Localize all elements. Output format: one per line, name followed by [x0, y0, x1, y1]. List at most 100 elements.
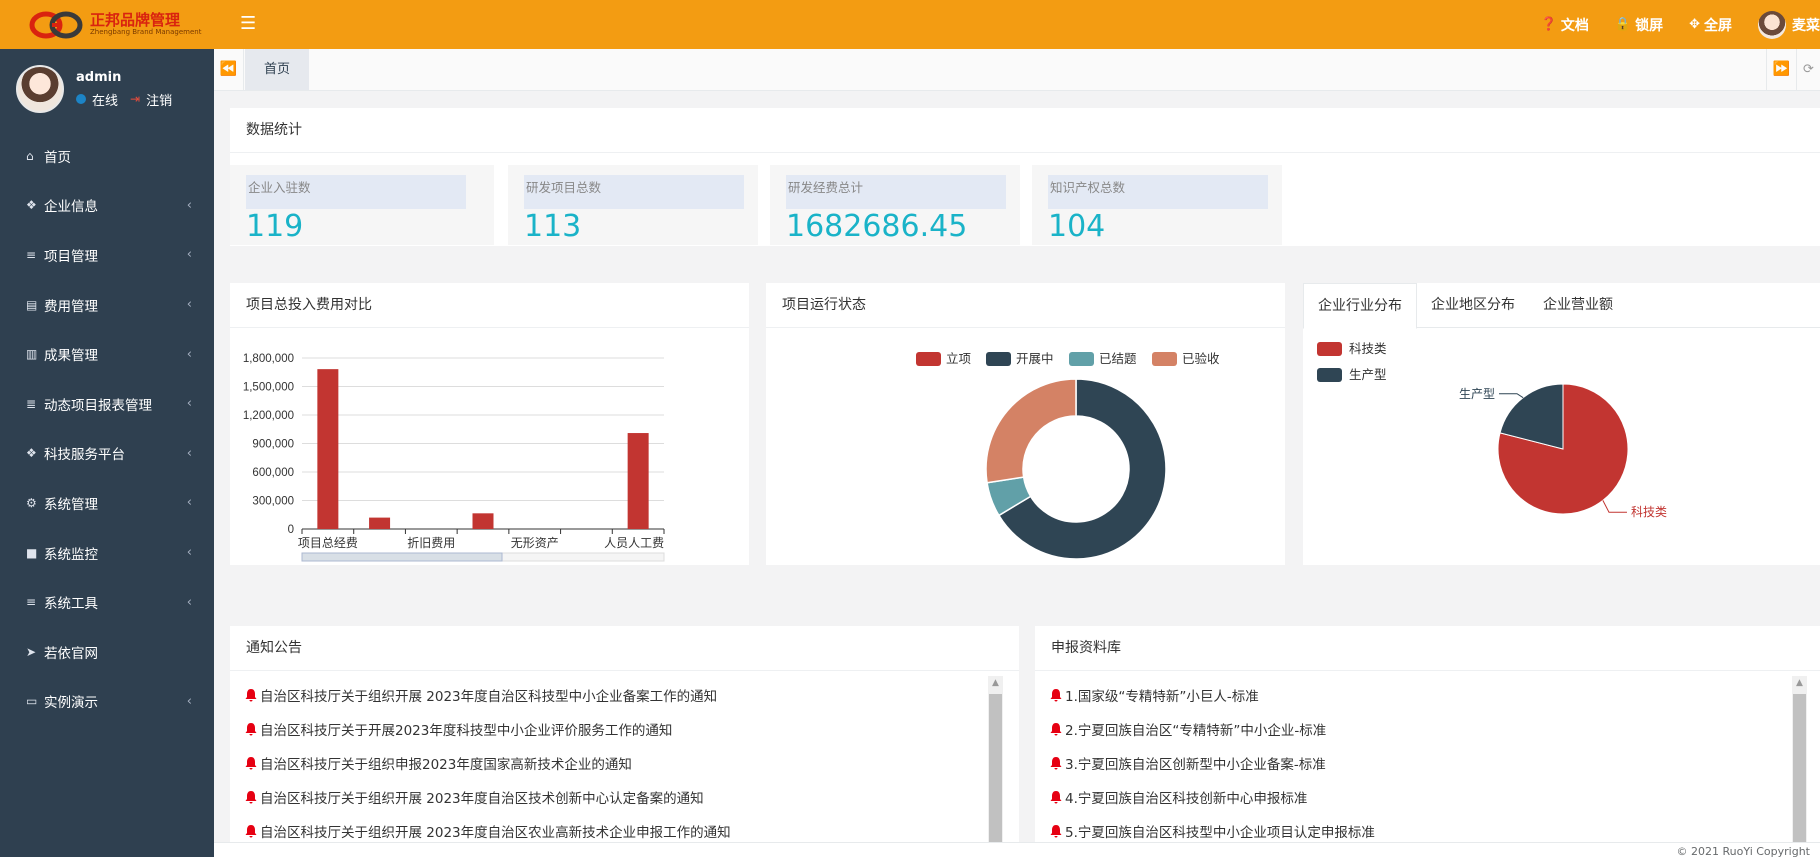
sidebar-item-label: 动态项目报表管理 [44, 397, 152, 414]
chevron-left-icon: ‹ [186, 346, 192, 362]
list-item[interactable]: 自治区科技厅关于组织开展 2023年度自治区农业高新技术企业申报工作的通知 [244, 814, 731, 842]
legend-label: 立项 [946, 351, 971, 366]
top-right-actions: ❓ 文档 🔒 锁屏 ✥ 全屏 麦菜 [1541, 0, 1820, 49]
y-tick-label: 300,000 [252, 496, 294, 508]
sidebar-item[interactable]: ▭ 实例演示 ‹ [0, 677, 214, 727]
list-item[interactable]: 1.国家级“专精特新”小巨人-标准 [1049, 678, 1375, 712]
desktop-icon: ▭ [26, 694, 38, 709]
lock-screen-button[interactable]: 🔒 锁屏 [1615, 15, 1663, 35]
list-item-text: 4.宁夏回族自治区科技创新中心申报标准 [1065, 791, 1308, 807]
library-panel: 申报资料库 1.国家级“专精特新”小巨人-标准 2.宁夏回族自治区“专精特新”中小… [1035, 626, 1820, 842]
scroll-thumb[interactable] [989, 694, 1002, 842]
sidebar-item[interactable]: ≡ 项目管理 ‹ [0, 230, 214, 280]
refresh-icon[interactable]: ⟳ [1796, 49, 1820, 90]
sidebar-item[interactable]: ➤ 若依官网 [0, 627, 214, 677]
sidebar-item-label: 首页 [44, 149, 71, 166]
bar [472, 513, 494, 529]
sidebar-item[interactable]: ❖ 企业信息 ‹ [0, 181, 214, 231]
legend-label: 科技类 [1349, 341, 1387, 356]
video-icon: ■ [26, 545, 38, 560]
sign-out-icon[interactable]: ⇥ [130, 92, 140, 106]
sidebar-item[interactable]: ▤ 费用管理 ‹ [0, 280, 214, 330]
list-item[interactable]: 5.宁夏回族自治区科技型中小企业项目认定申报标准 [1049, 814, 1375, 842]
list-item[interactable]: 2.宁夏回族自治区“专精特新”中小企业-标准 [1049, 712, 1375, 746]
x-tick-label: 项目总经费 [298, 536, 358, 550]
library-title: 申报资料库 [1035, 626, 1820, 671]
notice-list: 自治区科技厅关于组织开展 2023年度自治区科技型中小企业备案工作的通知 自治区科… [244, 678, 731, 842]
library-scrollbar[interactable]: ▲ [1792, 676, 1807, 842]
menu-toggle-icon[interactable]: ☰ [240, 13, 258, 35]
legend-swatch [986, 352, 1011, 366]
stat-value: 104 [1048, 209, 1106, 244]
bell-icon [1050, 825, 1062, 838]
list-item[interactable]: 自治区科技厅关于组织开展 2023年度自治区技术创新中心认定备案的通知 [244, 780, 731, 814]
pie-label: 生产型 [1459, 387, 1495, 401]
list-item[interactable]: 自治区科技厅关于组织申报2023年度国家高新技术企业的通知 [244, 746, 731, 780]
chevron-left-icon: ‹ [186, 247, 192, 263]
docs-label: 文档 [1560, 17, 1589, 34]
sidebar-item-label: 企业信息 [44, 199, 98, 216]
stat-label: 企业入驻数 [246, 175, 466, 209]
notice-title: 通知公告 [230, 626, 1019, 671]
scroll-thumb[interactable] [1793, 694, 1806, 842]
legend-swatch [1317, 342, 1342, 356]
sidebar-item[interactable]: ▥ 成果管理 ‹ [0, 329, 214, 379]
x-tick-label: 人员人工费 [604, 536, 664, 550]
sidebar-item[interactable]: ❖ 科技服务平台 ‹ [0, 429, 214, 479]
sidebar-item[interactable]: ⚙ 系统管理 ‹ [0, 478, 214, 528]
bar [317, 369, 339, 529]
bell-icon [245, 825, 257, 838]
logout-link[interactable]: 注销 [146, 90, 172, 109]
docs-button[interactable]: ❓ 文档 [1541, 15, 1589, 35]
sidebar-item-label: 费用管理 [44, 298, 98, 315]
list-item[interactable]: 3.宁夏回族自治区创新型中小企业备案-标准 [1049, 746, 1375, 780]
sidebar-item[interactable]: ≣ 动态项目报表管理 ‹ [0, 379, 214, 429]
fullscreen-button[interactable]: ✥ 全屏 [1689, 15, 1732, 35]
x-tick-label: 折旧费用 [407, 535, 455, 550]
cubes-icon: ❖ [26, 446, 37, 461]
list-item[interactable]: 自治区科技厅关于开展2023年度科技型中小企业评价服务工作的通知 [244, 712, 731, 746]
stat-label: 知识产权总数 [1048, 175, 1268, 209]
library-list: 1.国家级“专精特新”小巨人-标准 2.宁夏回族自治区“专精特新”中小企业-标准 3… [1049, 678, 1375, 842]
tab-home[interactable]: 首页 [245, 49, 310, 90]
list-item[interactable]: 4.宁夏回族自治区科技创新中心申报标准 [1049, 780, 1375, 814]
chevron-left-icon: ‹ [186, 693, 192, 709]
y-tick-label: 600,000 [252, 467, 294, 479]
bell-icon [1050, 791, 1062, 804]
notice-scrollbar[interactable]: ▲ [988, 676, 1003, 842]
stat-card-projects: 研发项目总数 113 [508, 165, 758, 245]
tab-scroll-right-icon[interactable]: ⏩ [1766, 49, 1796, 90]
list-item[interactable]: 自治区科技厅关于组织开展 2023年度自治区科技型中小企业备案工作的通知 [244, 678, 731, 712]
bar [627, 433, 649, 529]
avatar[interactable] [16, 65, 64, 113]
legend-label: 生产型 [1349, 367, 1387, 382]
sidebar-item-label: 系统工具 [44, 596, 98, 613]
online-dot-icon [76, 94, 86, 104]
sidebar-item[interactable]: ⌂ 首页 [0, 131, 214, 181]
stat-card-funding: 研发经费总计 1682686.45 [770, 165, 1020, 245]
legend-swatch [1152, 352, 1177, 366]
user-menu[interactable]: 麦菜 [1758, 10, 1820, 39]
list-item-text: 3.宁夏回族自治区创新型中小企业备案-标准 [1065, 757, 1326, 773]
legend-label: 已结题 [1099, 351, 1137, 366]
scroll-up-icon[interactable]: ▲ [1792, 676, 1807, 691]
tab-revenue[interactable]: 企业营业额 [1529, 283, 1627, 327]
logo[interactable]: 正邦品牌管理 Zhengbang Brand Management [0, 0, 214, 49]
scroll-up-icon[interactable]: ▲ [988, 676, 1003, 691]
top-navbar: 正邦品牌管理 Zhengbang Brand Management ☰ ❓ 文档… [0, 0, 1820, 49]
cubes-icon: ❖ [26, 198, 37, 213]
logo-mark-icon [29, 11, 83, 38]
tab-scroll-left-icon[interactable]: ⏪ [214, 49, 244, 90]
distribution-panel: 企业行业分布 企业地区分布 企业营业额 科技类 生产型 科技类 生产型 [1303, 283, 1820, 565]
tab-industry[interactable]: 企业行业分布 [1303, 283, 1417, 329]
list-item-text: 自治区科技厅关于组织申报2023年度国家高新技术企业的通知 [260, 757, 632, 773]
legend-swatch [916, 352, 941, 366]
sidebar-item[interactable]: ≡ 系统工具 ‹ [0, 577, 214, 627]
database-icon: ≣ [26, 396, 37, 411]
donut-slice [985, 378, 1077, 484]
pie-chart: 科技类生产型科技类生产型 [1317, 341, 1667, 519]
sidebar-item[interactable]: ■ 系统监控 ‹ [0, 528, 214, 578]
tab-region[interactable]: 企业地区分布 [1417, 283, 1529, 327]
user-name: admin [76, 69, 122, 85]
y-tick-label: 1,500,000 [243, 382, 294, 394]
